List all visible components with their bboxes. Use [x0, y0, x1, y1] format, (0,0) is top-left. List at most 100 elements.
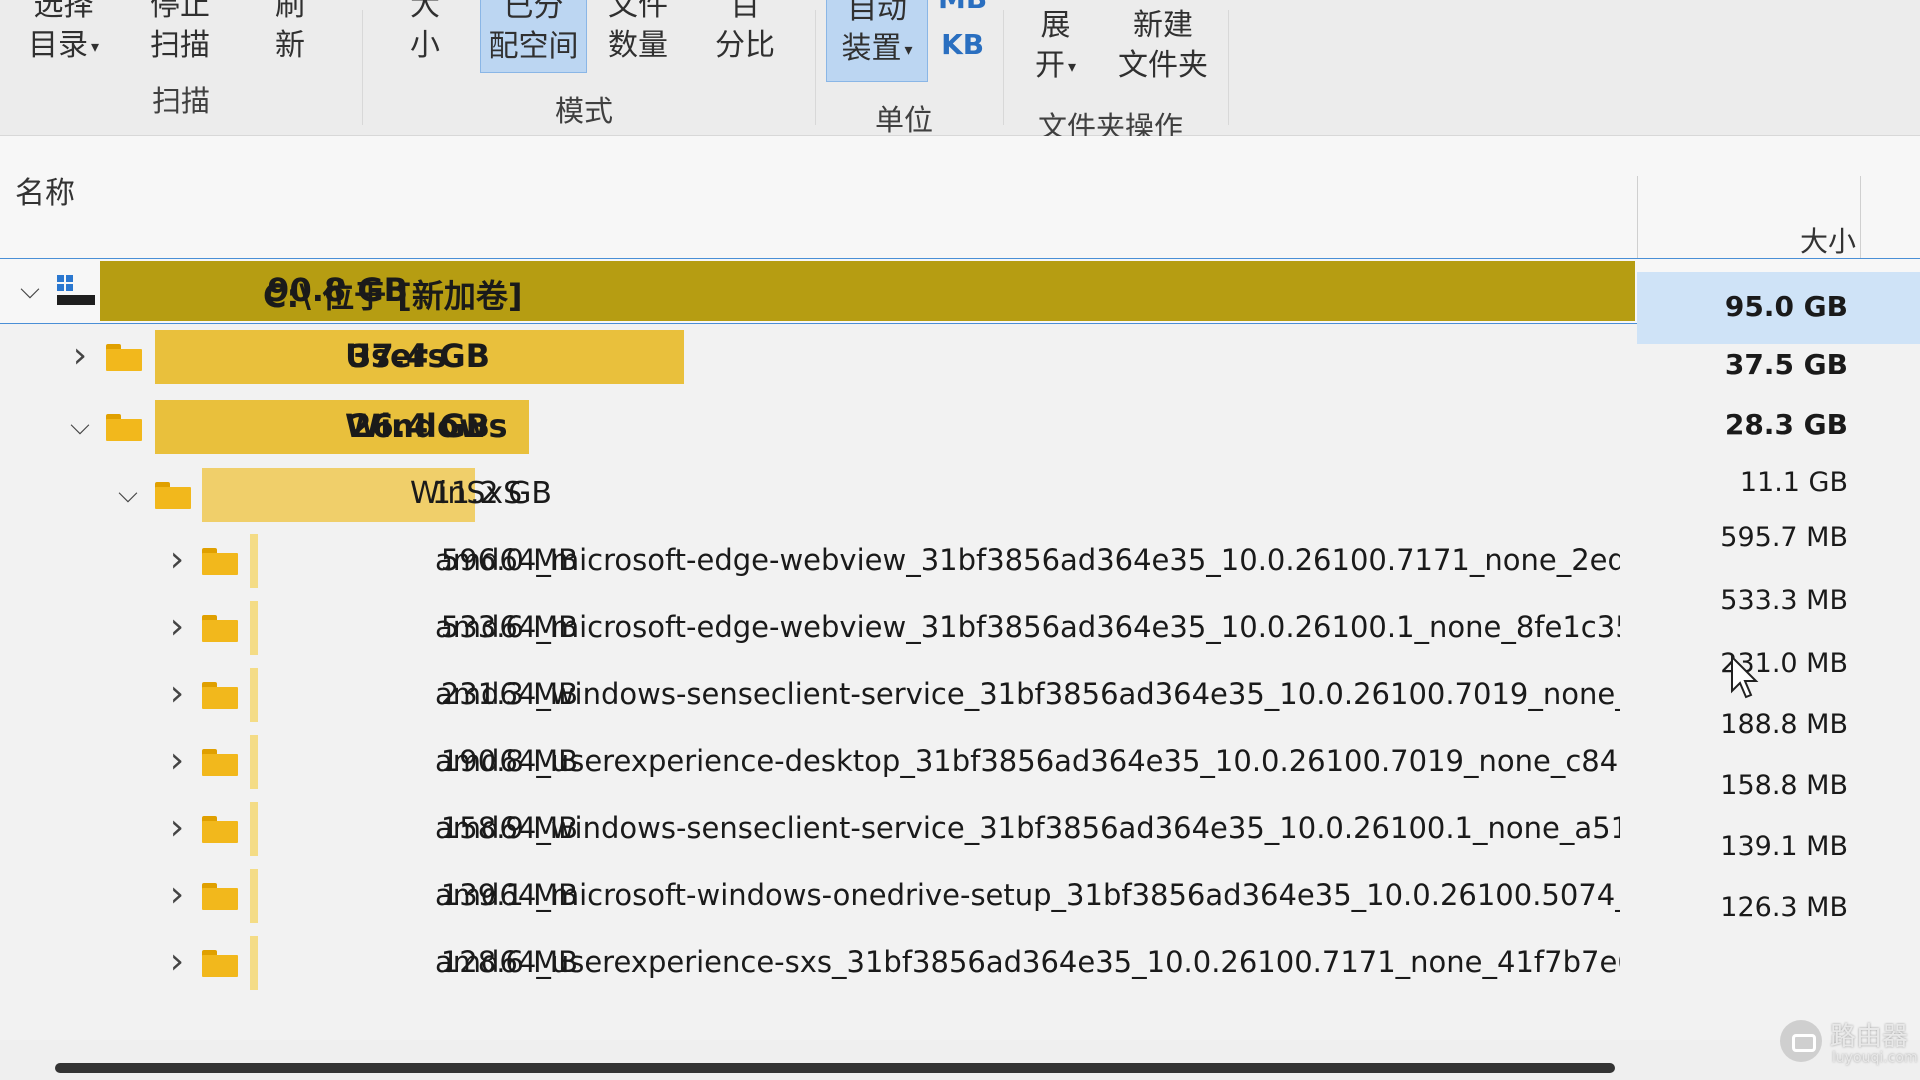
expand-button[interactable]: 展 开 ▾	[1035, 6, 1076, 87]
folder-icon	[202, 815, 238, 843]
tree-row[interactable]: › 128.6 MB amd64_userexperience-sxs_31bf38…	[0, 932, 1920, 994]
tree-row[interactable]: ⌵ 11.2 GB WinSxS	[0, 464, 1920, 526]
folder-tree: ⌵ 90.8 GB C:\ 位于 [新加卷] 95.0 GB › 37.4 GB Users…	[0, 258, 1920, 1038]
column-header-name[interactable]: 名称	[15, 168, 75, 212]
tree-row[interactable]: › 37.4 GB Users	[0, 326, 1920, 388]
chevron-right-icon[interactable]: ›	[162, 673, 192, 714]
tree-row[interactable]: › 158.9 MB amd64_windows-senseclient-servi…	[0, 798, 1920, 860]
file-count-line1: 文件	[608, 0, 668, 23]
group-label-mode: 模式	[555, 94, 614, 128]
folder-name: amd64_windows-senseclient-service_31bf38…	[435, 810, 1620, 845]
chevron-right-icon[interactable]: ›	[162, 606, 192, 647]
ribbon-toolbar: 选择 目录 ▾ 停止 扫描 刷 新 扫描 大 小 已分 配空间 文件 数量 百 分…	[0, 0, 1920, 144]
file-count-line2: 数量	[608, 28, 668, 63]
chevron-down-icon: ▾	[904, 39, 913, 59]
group-label-scan: 扫描	[152, 84, 211, 118]
new-folder-line2: 文件夹	[1118, 48, 1208, 83]
percentage-button[interactable]: 百 分比	[715, 0, 775, 66]
tree-row[interactable]: › 231.3 MB amd64_windows-senseclient-servi…	[0, 664, 1920, 726]
expand-line1: 展	[1040, 8, 1071, 43]
select-directory-line1: 选择	[33, 0, 94, 23]
tree-row[interactable]: › 139.1 MB amd64_microsoft-windows-onedriv…	[0, 865, 1920, 927]
folder-icon	[106, 413, 142, 441]
folder-icon	[155, 481, 191, 509]
chevron-right-icon[interactable]: ›	[162, 874, 192, 915]
chevron-down-icon[interactable]: ⌵	[15, 275, 45, 306]
usage-bar	[250, 735, 258, 789]
tree-row[interactable]: › 533.6 MB amd64_microsoft-edge-webview_31…	[0, 597, 1920, 659]
file-count-button[interactable]: 文件 数量	[608, 0, 668, 66]
folder-icon	[202, 547, 238, 575]
group-label-unit: 单位	[875, 103, 934, 137]
folder-name: amd64_microsoft-windows-onedrive-setup_3…	[435, 877, 1620, 912]
unit-mb-label[interactable]: MB	[938, 0, 987, 22]
ribbon-separator	[815, 10, 816, 125]
size-mode-button[interactable]: 大 小	[410, 0, 440, 66]
column-header-size[interactable]: 大小	[1800, 220, 1856, 260]
tree-row[interactable]: › 596.0 MB amd64_microsoft-edge-webview_31…	[0, 530, 1920, 592]
size-value: 126.3 MB	[1720, 892, 1848, 923]
folder-icon	[202, 949, 238, 977]
column-separator[interactable]	[1637, 176, 1638, 261]
column-separator[interactable]	[1860, 176, 1861, 261]
watermark-logo: 路由器 luyouqi.com	[1780, 1016, 1920, 1076]
folder-name: C:\ 位于 [新加卷]	[263, 277, 523, 315]
folder-name: Users	[345, 337, 447, 375]
folder-icon	[202, 681, 238, 709]
refresh-line2: 新	[275, 28, 305, 63]
percentage-line2: 分比	[715, 28, 775, 63]
folder-name: WinSxS	[410, 476, 523, 512]
size-value: 188.8 MB	[1720, 709, 1848, 740]
folder-name: amd64_userexperience-sxs_31bf3856ad364e3…	[435, 944, 1620, 979]
chevron-right-icon[interactable]: ›	[162, 740, 192, 781]
chevron-down-icon[interactable]: ⌵	[113, 479, 143, 510]
folder-icon	[202, 748, 238, 776]
size-value: 595.7 MB	[1720, 522, 1848, 553]
chevron-down-icon[interactable]: ⌵	[65, 411, 95, 442]
chevron-right-icon[interactable]: ›	[162, 807, 192, 848]
usage-bar	[250, 534, 258, 588]
tree-row-root[interactable]: ⌵ 90.8 GB C:\ 位于 [新加卷]	[0, 258, 1920, 324]
new-folder-button[interactable]: 新建 文件夹	[1118, 6, 1208, 86]
column-header: 名称 大小	[0, 136, 1920, 261]
folder-name: amd64_microsoft-edge-webview_31bf3856ad3…	[435, 542, 1620, 577]
new-folder-line1: 新建	[1133, 8, 1193, 43]
tree-row[interactable]: ⌵ 26.4 GB Windows	[0, 396, 1920, 458]
router-logo-icon	[1780, 1020, 1822, 1062]
horizontal-scrollbar[interactable]	[0, 1040, 1920, 1080]
select-directory-button[interactable]: 选择 目录 ▾	[28, 0, 99, 67]
allocated-space-button[interactable]: 已分 配空间	[480, 0, 587, 73]
folder-icon	[106, 343, 142, 371]
size-value: 11.1 GB	[1739, 467, 1848, 498]
usage-bar	[250, 936, 258, 990]
allocated-space-line1: 已分	[503, 0, 564, 24]
usage-bar	[250, 802, 258, 856]
size-value: 37.5 GB	[1724, 348, 1848, 381]
expand-line2: 开	[1035, 48, 1065, 83]
folder-name: amd64_microsoft-edge-webview_31bf3856ad3…	[435, 609, 1620, 644]
auto-unit-line2: 装置	[841, 31, 902, 66]
chevron-down-icon: ▾	[1068, 56, 1077, 76]
drive-icon	[57, 275, 95, 305]
horizontal-scrollbar-thumb[interactable]	[55, 1063, 1615, 1073]
usage-bar	[250, 668, 258, 722]
auto-unit-button[interactable]: 自动 装置 ▾	[826, 0, 928, 82]
size-value: 158.8 MB	[1720, 770, 1848, 801]
ribbon-separator	[1003, 10, 1004, 125]
tree-row[interactable]: › 190.8 MB amd64_userexperience-desktop_31…	[0, 731, 1920, 793]
unit-kb-label[interactable]: KB	[938, 22, 987, 68]
unit-mb-kb-buttons[interactable]: MB KB	[938, 0, 987, 68]
chevron-right-icon[interactable]: ›	[162, 539, 192, 580]
folder-icon	[202, 882, 238, 910]
stop-scan-button[interactable]: 停止 扫描	[150, 0, 210, 66]
chevron-right-icon[interactable]: ›	[65, 335, 95, 376]
ribbon-separator	[1228, 10, 1229, 125]
watermark-en: luyouqi.com	[1832, 1050, 1918, 1066]
size-value: 28.3 GB	[1724, 408, 1848, 441]
usage-bar	[250, 601, 258, 655]
size-value: 95.0 GB	[1724, 290, 1848, 323]
refresh-button[interactable]: 刷 新	[275, 0, 305, 66]
percentage-line1: 百	[730, 0, 760, 23]
stop-scan-line1: 停止	[150, 0, 210, 23]
chevron-right-icon[interactable]: ›	[162, 941, 192, 982]
